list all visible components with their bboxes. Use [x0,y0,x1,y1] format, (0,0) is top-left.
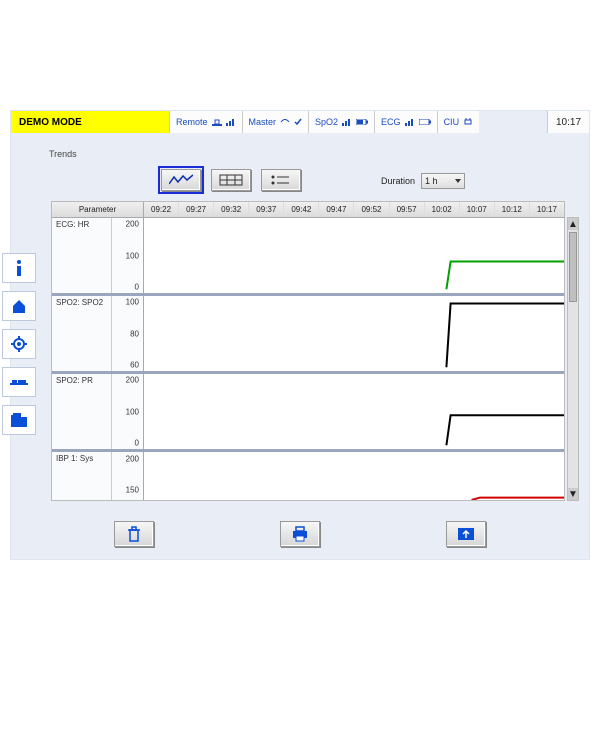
top-seg-ciu[interactable]: CIU [437,111,480,133]
param-label: IBP 1: Sys [52,452,112,500]
time-col: 09:37 [249,202,284,217]
trace-ibp-sys [144,452,564,500]
trend-row-ibp1-sys: IBP 1: Sys 200 150 [52,452,564,500]
trend-row-ecg-hr: ECG: HR 200 100 0 [52,218,564,296]
sidebar-info-button[interactable] [2,253,36,283]
duration-dropdown[interactable]: 1 h [421,173,465,189]
param-label: SPO2: SPO2 [52,296,112,371]
y-axis: 200 150 [112,452,144,500]
list-icon [269,174,293,186]
plot-area[interactable] [144,218,564,293]
table-icon [219,174,243,186]
top-seg-master[interactable]: Master [242,111,309,133]
chart-rows: ECG: HR 200 100 0 SPO2: SPO2 100 80 [52,218,564,500]
check-icon [294,118,302,126]
signal-icon [226,118,236,126]
param-label: ECG: HR [52,218,112,293]
top-seg-label: SpO2 [315,117,338,127]
time-col: 10:07 [460,202,495,217]
top-seg-label: ECG [381,117,401,127]
chart-header: Parameter 09:22 09:27 09:32 09:37 09:42 … [52,202,564,218]
vertical-scrollbar[interactable]: ▲ ▼ [567,217,579,501]
time-col: 09:57 [390,202,425,217]
sidebar-folder-button[interactable] [2,405,36,435]
plot-area[interactable] [144,374,564,449]
y-axis: 100 80 60 [112,296,144,371]
trash-icon [127,526,141,542]
trend-row-spo2-pr: SPO2: PR 200 100 0 [52,374,564,452]
trend-row-spo2: SPO2: SPO2 100 80 60 [52,296,564,374]
trend-chart-area: Parameter 09:22 09:27 09:32 09:37 09:42 … [51,201,565,501]
duration-value: 1 h [425,176,438,186]
y-axis: 200 100 0 [112,218,144,293]
param-label: SPO2: PR [52,374,112,449]
folder-icon [11,413,27,427]
battery-icon [419,119,431,125]
bed-icon [10,377,28,387]
chevron-down-icon [455,179,461,183]
time-col: 09:22 [144,202,179,217]
graph-view-button[interactable] [161,169,201,191]
y-axis: 200 100 0 [112,374,144,449]
delete-button[interactable] [114,521,154,547]
print-icon [291,526,309,542]
gear-icon [11,336,27,352]
sidebar-home-button[interactable] [2,291,36,321]
time-col: 10:17 [530,202,564,217]
clock-label: 10:17 [556,117,581,128]
line-chart-icon [169,174,193,186]
link-icon [280,118,290,126]
sidebar [2,253,36,435]
sidebar-settings-button[interactable] [2,329,36,359]
list-view-button[interactable] [261,169,301,191]
time-col: 09:32 [214,202,249,217]
trace-ecg-hr [144,218,564,293]
top-seg-label: Master [249,117,277,127]
signal-icon [342,118,352,126]
connection-icon [212,118,222,126]
time-col: 09:47 [319,202,354,217]
top-bar: DEMO MODE Remote Master SpO2 ECG CIU 10:… [11,111,589,133]
time-col: 10:12 [495,202,530,217]
page-title: Trends [49,149,77,159]
info-icon [12,259,26,277]
app-window: DEMO MODE Remote Master SpO2 ECG CIU 10:… [10,110,590,560]
scroll-up-icon[interactable]: ▲ [568,218,578,230]
param-header: Parameter [52,202,144,217]
duration-control: Duration 1 h [381,173,465,189]
duration-label: Duration [381,176,415,186]
table-view-button[interactable] [211,169,251,191]
sidebar-bed-button[interactable] [2,367,36,397]
trace-pr [144,374,564,449]
clock: 10:17 [547,111,589,133]
top-seg-label: Remote [176,117,208,127]
print-button[interactable] [280,521,320,547]
trace-spo2 [144,296,564,371]
bottom-toolbar [11,521,589,547]
plot-area[interactable] [144,296,564,371]
time-col: 09:27 [179,202,214,217]
signal-icon [405,118,415,126]
demo-mode-label: DEMO MODE [19,117,82,128]
scroll-thumb[interactable] [569,232,577,302]
view-mode-buttons [161,169,301,191]
top-seg-remote[interactable]: Remote [169,111,242,133]
top-seg-label: CIU [444,117,460,127]
time-col: 09:52 [354,202,389,217]
export-icon [457,527,475,541]
demo-mode-badge: DEMO MODE [11,111,169,133]
export-button[interactable] [446,521,486,547]
top-seg-ecg[interactable]: ECG [374,111,437,133]
battery-icon [356,119,368,125]
plot-area[interactable] [144,452,564,500]
scroll-down-icon[interactable]: ▼ [568,488,578,500]
time-col: 09:42 [284,202,319,217]
time-col: 10:02 [425,202,460,217]
plug-icon [463,118,473,126]
top-seg-spo2[interactable]: SpO2 [308,111,374,133]
home-icon [11,298,27,314]
